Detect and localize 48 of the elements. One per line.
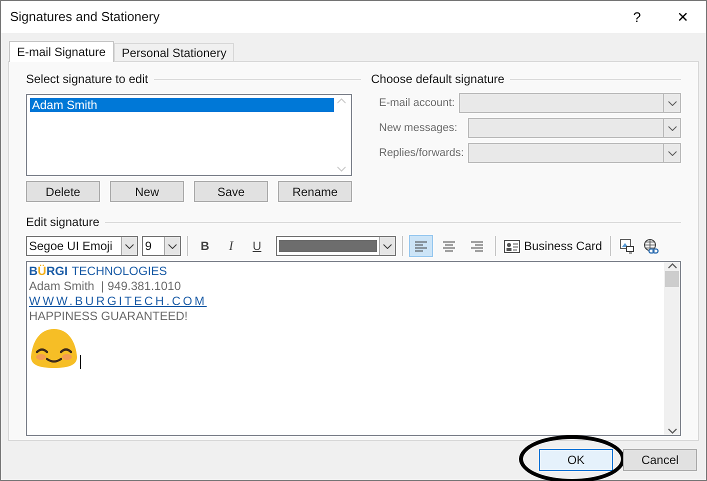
bold-button[interactable]: B (194, 235, 216, 257)
chevron-down-icon (383, 244, 392, 248)
button[interactable]: New (110, 181, 184, 202)
website-link[interactable]: WWW.BURGITECH.COM (29, 294, 207, 308)
chevron-down-icon (668, 100, 676, 106)
signature-editor[interactable]: BÜRGI TECHNOLOGIES Adam Smith | 949.381.1010 WWW.BURGITECH.COM HAPPINESS GUARANTEED! (26, 261, 681, 436)
help-button[interactable]: ? (614, 1, 660, 33)
button[interactable]: Cancel (623, 449, 697, 471)
company-name: TECHNOLOGIES (72, 264, 168, 279)
signature-line: HAPPINESS GUARANTEED! (29, 309, 189, 324)
size-dropdown[interactable]: 9 (142, 236, 181, 256)
color-dropdown[interactable] (276, 236, 396, 256)
chevron-down-icon (125, 244, 134, 248)
chevron-down-icon (668, 126, 676, 130)
smiling-face-icon (29, 327, 79, 369)
signature-line: Adam Smith | 949.381.1010 (29, 279, 182, 294)
signature-list[interactable]: Adam Smith (26, 94, 352, 176)
hyperlink-button[interactable] (641, 236, 662, 256)
section-heading: Edit signature (26, 214, 100, 231)
window-title: Signatures and Stationery (10, 8, 161, 26)
button[interactable]: Delete (26, 181, 100, 202)
list-item[interactable]: Adam Smith (30, 98, 334, 112)
button[interactable]: Save (194, 181, 268, 202)
field-label: Replies/forwards: (379, 146, 464, 161)
section-heading: Choose default signature (371, 71, 504, 88)
align-left-button[interactable] (409, 235, 433, 257)
close-button[interactable]: ✕ (660, 1, 706, 33)
tab[interactable]: Personal Stationery (114, 43, 234, 61)
business-card-button[interactable]: Business Card (502, 235, 604, 257)
brand-name: BÜRGI (29, 264, 68, 279)
button[interactable]: Rename (278, 181, 352, 202)
scroll-bar[interactable] (664, 262, 680, 435)
picture-monitor-icon (619, 238, 636, 254)
underline-button[interactable]: U (246, 235, 268, 257)
italic-button[interactable]: I (220, 235, 242, 257)
field-label: E-mail account: (379, 96, 455, 111)
field-value: Segoe UI Emoji (28, 238, 114, 255)
button[interactable]: OK (539, 449, 613, 471)
chevron-down-icon (668, 150, 676, 156)
field-label: New messages: (379, 120, 458, 136)
chevron-down-icon (168, 244, 177, 248)
contact-card-icon (504, 240, 520, 252)
section-heading: Select signature to edit (26, 71, 148, 88)
text-cursor (80, 355, 81, 369)
globe-link-icon (642, 238, 660, 254)
field-value: 9 (144, 238, 153, 255)
tab[interactable]: E-mail Signature (9, 41, 114, 62)
font-dropdown[interactable]: Segoe UI Emoji (26, 236, 138, 256)
